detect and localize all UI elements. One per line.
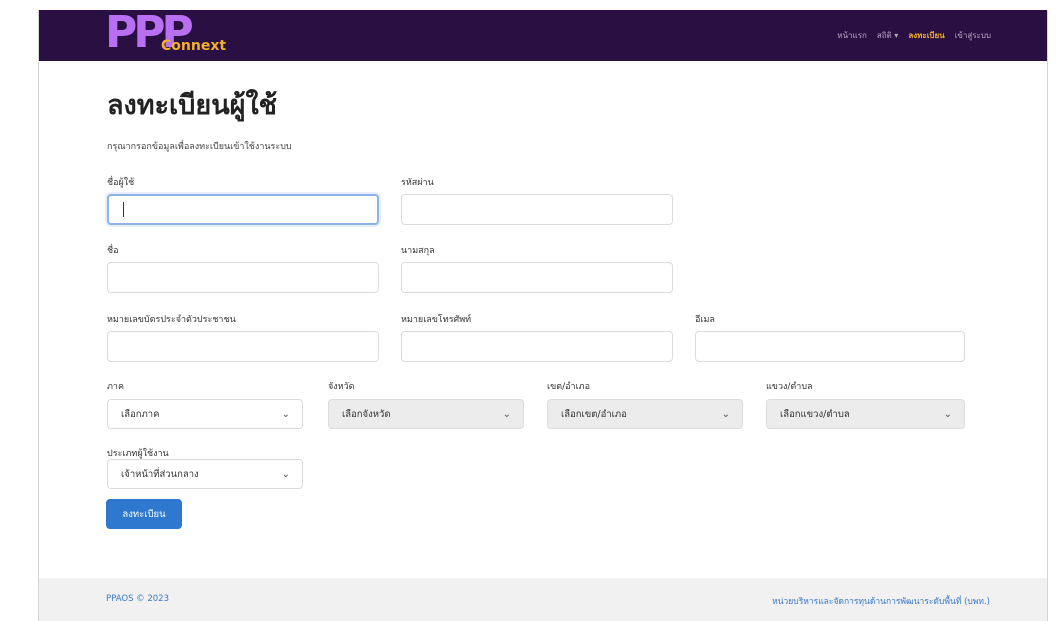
subdistrict-label: แขวง/ตำบล [766, 382, 813, 392]
region-selected-value: เลือกภาค [121, 408, 160, 420]
province-select[interactable]: เลือกจังหวัด ⌄ [328, 399, 524, 429]
username-label: ชื่อผู้ใช้ [107, 178, 135, 188]
username-field[interactable] [107, 194, 379, 225]
chevron-down-icon: ⌄ [943, 408, 952, 420]
nav-links: หน้าแรก สถิติ ▾ ลงทะเบียน เข้าสู่ระบบ [837, 29, 991, 42]
subdistrict-selected-value: เลือกแขวง/ตำบล [780, 408, 850, 420]
email-label: อีเมล [695, 315, 715, 325]
text-caret [123, 202, 124, 217]
usertype-select[interactable]: เจ้าหน้าที่ส่วนกลาง ⌄ [107, 459, 303, 489]
phone-field[interactable] [401, 331, 673, 362]
subdistrict-select[interactable]: เลือกแขวง/ตำบล ⌄ [766, 399, 965, 429]
chevron-down-icon: ⌄ [721, 408, 730, 420]
firstname-field[interactable] [107, 262, 379, 293]
brand-logo[interactable]: PPP Connext [105, 11, 275, 57]
logo-sub-text: Connext [161, 38, 227, 54]
province-selected-value: เลือกจังหวัด [342, 408, 391, 420]
page-subtitle: กรุณากรอกข้อมูลเพื่อลงทะเบียนเข้าใช้งานร… [107, 142, 292, 152]
firstname-label: ชื่อ [107, 246, 119, 256]
nav-item-statistics[interactable]: สถิติ ▾ [877, 29, 898, 42]
province-label: จังหวัด [328, 382, 355, 392]
phone-label: หมายเลขโทรศัพท์ [401, 315, 472, 325]
region-label: ภาค [107, 382, 125, 392]
password-label: รหัสผ่าน [401, 178, 434, 188]
chevron-down-icon: ⌄ [281, 408, 290, 420]
footer-org-link[interactable]: หน่วยบริหารและจัดการทุนด้านการพัฒนาระดับ… [772, 594, 990, 608]
app-frame: PPP Connext หน้าแรก สถิติ ▾ ลงทะเบียน เข… [38, 10, 1048, 621]
lastname-label: นามสกุล [401, 246, 435, 256]
usertype-label: ประเภทผู้ใช้งาน [107, 449, 169, 459]
usertype-selected-value: เจ้าหน้าที่ส่วนกลาง [121, 468, 199, 480]
lastname-field[interactable] [401, 262, 673, 293]
register-button[interactable]: ลงทะเบียน [106, 499, 182, 529]
navbar: PPP Connext หน้าแรก สถิติ ▾ ลงทะเบียน เข… [39, 10, 1047, 61]
district-label: เขต/อำเภอ [547, 382, 590, 392]
nav-item-home[interactable]: หน้าแรก [837, 29, 867, 42]
idcard-label: หมายเลขบัตรประจำตัวประชาชน [107, 315, 236, 325]
footer: PPAOS © 2023 หน่วยบริหารและจัดการทุนด้าน… [39, 578, 1047, 621]
nav-item-register[interactable]: ลงทะเบียน [908, 29, 944, 42]
region-select[interactable]: เลือกภาค ⌄ [107, 399, 303, 429]
nav-item-login[interactable]: เข้าสู่ระบบ [955, 29, 991, 42]
footer-copyright: PPAOS © 2023 [106, 594, 169, 604]
chevron-down-icon: ⌄ [281, 468, 290, 480]
page-title: ลงทะเบียนผู้ใช้ [107, 90, 278, 121]
district-select[interactable]: เลือกเขต/อำเภอ ⌄ [547, 399, 743, 429]
idcard-field[interactable] [107, 331, 379, 362]
email-field[interactable] [695, 331, 965, 362]
password-field[interactable] [401, 194, 673, 225]
district-selected-value: เลือกเขต/อำเภอ [561, 408, 627, 420]
chevron-down-icon: ⌄ [502, 408, 511, 420]
